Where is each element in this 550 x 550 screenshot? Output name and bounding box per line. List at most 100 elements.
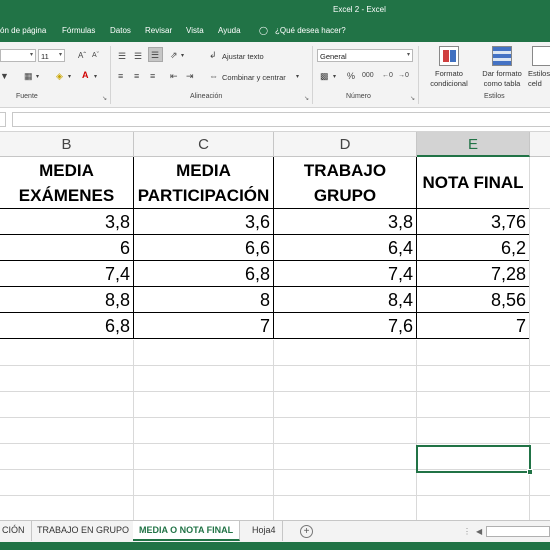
table-cell[interactable]: 8,56 bbox=[417, 287, 530, 313]
scroll-left-icon[interactable]: ◀ bbox=[476, 526, 482, 538]
dialog-launcher-icon[interactable]: ↘ bbox=[304, 95, 309, 102]
chevron-down-icon[interactable]: ▾ bbox=[94, 71, 97, 83]
column-header-d[interactable]: D bbox=[274, 132, 417, 157]
currency-icon[interactable]: ▩ bbox=[320, 70, 329, 82]
align-middle-icon[interactable]: ☰ bbox=[134, 50, 142, 62]
align-bottom-icon: ☰ bbox=[151, 50, 160, 60]
increase-decimal-icon[interactable]: ←0 bbox=[382, 70, 393, 82]
sheet-tab-media-nota-final[interactable]: MEDIA O NOTA FINAL bbox=[133, 521, 241, 541]
font-size-value: 11 bbox=[41, 52, 49, 61]
cell-styles-button[interactable]: Estilos celd bbox=[528, 46, 550, 89]
chevron-down-icon[interactable]: ▾ bbox=[333, 71, 336, 83]
chevron-down-icon[interactable]: ▾ bbox=[36, 71, 39, 83]
borders-icon[interactable]: ▦ bbox=[24, 70, 33, 82]
table-cell[interactable]: 7,4 bbox=[0, 261, 134, 287]
table-cell[interactable]: 6,2 bbox=[417, 235, 530, 261]
cell-header-b[interactable]: MEDIA EXÁMENES bbox=[0, 157, 134, 209]
underline-icon[interactable]: ​▼ bbox=[0, 70, 9, 82]
empty-rows[interactable] bbox=[0, 340, 550, 520]
header-text: GRUPO bbox=[313, 185, 377, 205]
tell-me-search[interactable]: ¿Qué desea hacer? bbox=[275, 26, 346, 35]
sheet-tab-participacion[interactable]: CIÓN bbox=[0, 521, 32, 541]
table-cell[interactable]: 3,76 bbox=[417, 209, 530, 235]
table-cell[interactable]: 6 bbox=[0, 235, 134, 261]
tab-page-layout[interactable]: ón de página bbox=[0, 26, 46, 35]
decrease-font-icon[interactable]: Aˇ bbox=[92, 50, 99, 62]
formula-input[interactable] bbox=[12, 112, 550, 127]
decrease-indent-icon[interactable]: ⇤ bbox=[170, 70, 178, 82]
table-cell[interactable]: 8,4 bbox=[274, 287, 417, 313]
table-cell[interactable]: 8 bbox=[134, 287, 274, 313]
title-bar: Excel 2 - Excel bbox=[0, 0, 550, 20]
font-color-icon[interactable]: A bbox=[82, 69, 89, 81]
number-format-value: General bbox=[320, 52, 347, 61]
wrap-text-icon[interactable]: ↲ bbox=[209, 49, 217, 61]
table-cell[interactable]: 7 bbox=[417, 313, 530, 339]
column-header-e[interactable]: E bbox=[417, 132, 530, 157]
chevron-down-icon[interactable]: ▾ bbox=[68, 71, 71, 83]
table-cell[interactable]: 6,6 bbox=[134, 235, 274, 261]
tab-help[interactable]: Ayuda bbox=[218, 26, 241, 35]
conditional-format-button[interactable]: Formato condicional bbox=[423, 46, 475, 89]
status-bar bbox=[0, 542, 550, 550]
table-cell[interactable]: 7,28 bbox=[417, 261, 530, 287]
cell-header-c[interactable]: MEDIA PARTICIPACIÓN bbox=[134, 157, 274, 209]
conditional-format-label-2: condicional bbox=[430, 79, 468, 88]
selected-cell[interactable] bbox=[416, 445, 533, 475]
align-top-icon[interactable]: ☰ bbox=[118, 50, 126, 62]
table-cell[interactable]: 3,8 bbox=[0, 209, 134, 235]
decrease-decimal-icon[interactable]: →0 bbox=[398, 70, 409, 82]
column-header-c[interactable]: C bbox=[134, 132, 274, 157]
chevron-down-icon[interactable]: ▾ bbox=[181, 50, 184, 62]
fill-color-icon[interactable]: ◈ bbox=[56, 70, 63, 82]
number-format-select[interactable]: General ▾ bbox=[317, 49, 413, 62]
fill-handle[interactable] bbox=[527, 469, 533, 475]
percent-icon[interactable]: % bbox=[347, 70, 355, 82]
add-sheet-icon[interactable]: + bbox=[300, 525, 313, 538]
cell-empty[interactable] bbox=[530, 157, 550, 209]
font-name-select[interactable]: ▾ bbox=[0, 49, 36, 62]
table-cell[interactable]: 6,8 bbox=[134, 261, 274, 287]
table-cell[interactable]: 3,8 bbox=[274, 209, 417, 235]
column-header-b[interactable]: B bbox=[0, 132, 134, 157]
increase-font-icon[interactable]: Aˆ bbox=[78, 50, 86, 62]
table-cell[interactable]: 8,8 bbox=[0, 287, 134, 313]
align-left-icon[interactable]: ≡ bbox=[118, 70, 123, 82]
ribbon-tabs: ón de página Fórmulas Datos Revisar Vist… bbox=[0, 20, 550, 42]
group-label-number: Número bbox=[346, 93, 371, 100]
chevron-down-icon[interactable]: ▾ bbox=[296, 71, 299, 83]
tab-data[interactable]: Datos bbox=[110, 26, 131, 35]
font-size-select[interactable]: 11 ▾ bbox=[38, 49, 65, 62]
dialog-launcher-icon[interactable]: ↘ bbox=[410, 95, 415, 102]
group-label-font: Fuente bbox=[16, 93, 38, 100]
align-center-icon[interactable]: ≡ bbox=[134, 70, 139, 82]
increase-indent-icon[interactable]: ⇥ bbox=[186, 70, 194, 82]
merge-center-icon[interactable]: ⇔ bbox=[209, 70, 218, 82]
tab-review[interactable]: Revisar bbox=[145, 26, 172, 35]
table-cell[interactable]: 7,4 bbox=[274, 261, 417, 287]
group-label-alignment: Alineación bbox=[190, 93, 223, 100]
align-right-icon[interactable]: ≡ bbox=[150, 70, 155, 82]
table-cell[interactable]: 6,8 bbox=[0, 313, 134, 339]
table-cell[interactable]: 6,4 bbox=[274, 235, 417, 261]
name-box[interactable] bbox=[0, 112, 6, 127]
wrap-text-button[interactable]: Ajustar texto bbox=[222, 52, 264, 61]
header-text: PARTICIPACIÓN bbox=[137, 185, 270, 205]
orientation-icon[interactable]: ⇗ bbox=[170, 49, 178, 61]
cell-header-e[interactable]: NOTA FINAL bbox=[417, 157, 530, 209]
tab-view[interactable]: Vista bbox=[186, 26, 204, 35]
column-header-f[interactable] bbox=[530, 132, 550, 157]
table-cell[interactable]: 7,6 bbox=[274, 313, 417, 339]
horizontal-scrollbar[interactable] bbox=[486, 526, 550, 537]
sheet-tab-trabajo-en-grupo[interactable]: TRABAJO EN GRUPO bbox=[31, 521, 137, 541]
cell-header-d[interactable]: TRABAJO GRUPO bbox=[274, 157, 417, 209]
merge-center-button[interactable]: Combinar y centrar bbox=[222, 73, 286, 82]
format-as-table-button[interactable]: Dar formato como tabla bbox=[477, 46, 527, 89]
dialog-launcher-icon[interactable]: ↘ bbox=[102, 95, 107, 102]
tab-formulas[interactable]: Fórmulas bbox=[62, 26, 95, 35]
comma-style-icon[interactable]: 000 bbox=[362, 70, 374, 82]
table-cell[interactable]: 3,6 bbox=[134, 209, 274, 235]
more-options-icon[interactable]: ⋮ bbox=[463, 526, 471, 538]
sheet-tab-hoja4[interactable]: Hoja4 bbox=[246, 521, 283, 541]
table-cell[interactable]: 7 bbox=[134, 313, 274, 339]
